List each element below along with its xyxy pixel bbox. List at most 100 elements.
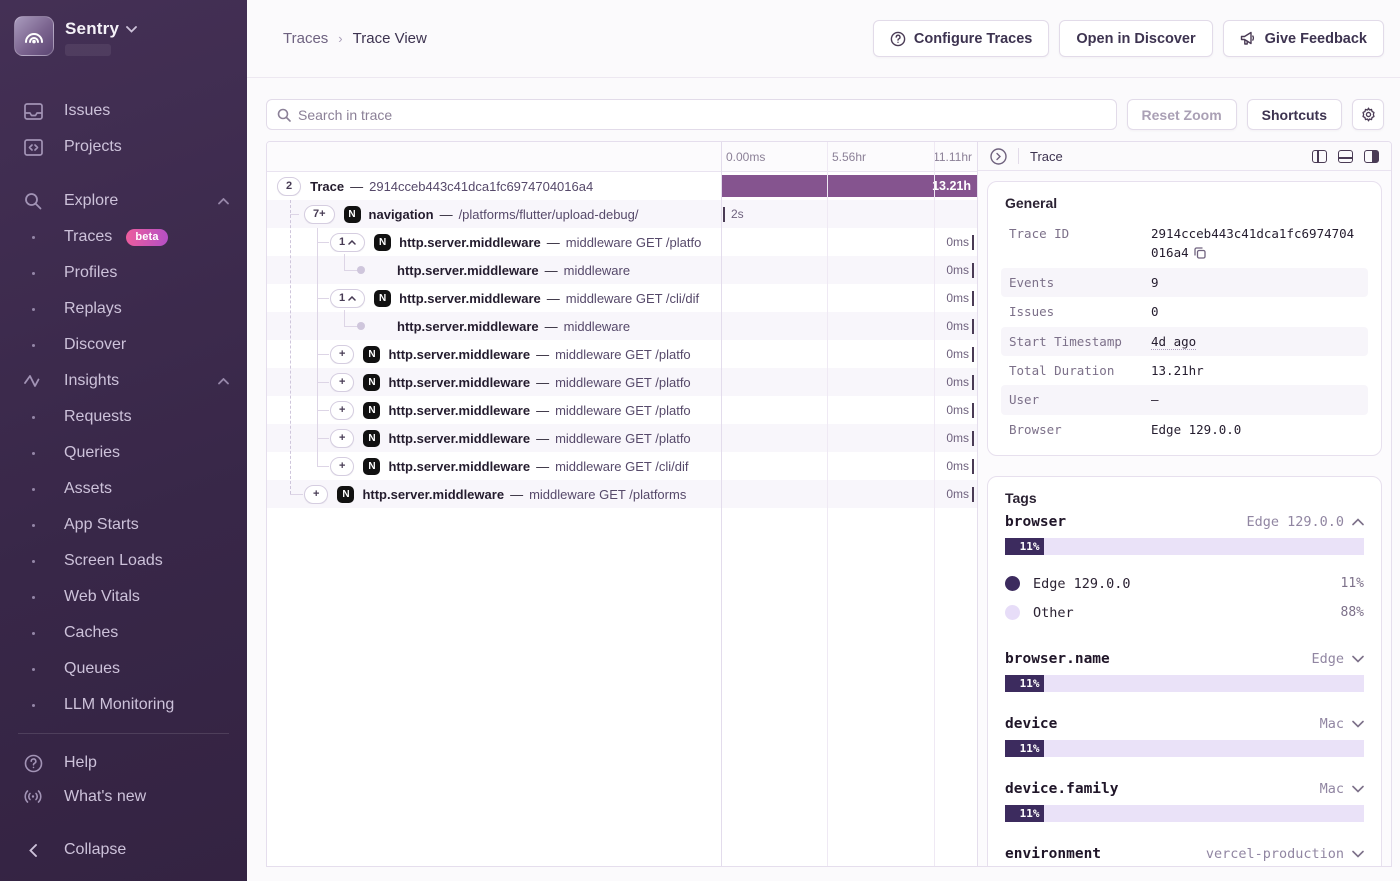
sidebar-item-llm-monitoring[interactable]: LLM Monitoring <box>0 687 247 723</box>
sidebar-item-traces[interactable]: Traces beta <box>0 219 247 255</box>
trace-waterfall: 0.00ms 5.56hr 11.11hr 2 Trace — 2914cceb… <box>267 142 977 866</box>
span-row-middleware[interactable]: + N http.server.middleware — middleware … <box>267 480 977 508</box>
trace-settings-button[interactable] <box>1352 99 1384 130</box>
tag-header[interactable]: device.family Mac <box>1005 781 1364 797</box>
sidebar-item-help[interactable]: Help <box>0 746 247 780</box>
span-description: middleware GET /platfo <box>555 431 691 446</box>
span-row-middleware-leaf[interactable]: http.server.middleware — middleware 0ms <box>267 312 977 340</box>
chevron-down-icon <box>1352 655 1364 663</box>
chevron-down-icon <box>1352 720 1364 728</box>
span-count-pill[interactable]: 7+ <box>304 205 335 224</box>
reset-zoom-button[interactable]: Reset Zoom <box>1127 99 1237 130</box>
duration-label: 0ms <box>946 375 969 389</box>
span-tick <box>972 347 974 362</box>
sidebar-item-issues[interactable]: Issues <box>0 93 247 129</box>
shortcuts-button[interactable]: Shortcuts <box>1247 99 1342 130</box>
sidebar-item-profiles[interactable]: Profiles <box>0 255 247 291</box>
copy-icon[interactable] <box>1194 247 1206 259</box>
sidebar-item-screen-loads[interactable]: Screen Loads <box>0 543 247 579</box>
drawer-tab-trace[interactable]: Trace <box>1030 149 1063 164</box>
bullet-icon <box>22 668 44 671</box>
layout-left-icon[interactable] <box>1312 150 1327 163</box>
duration-label: 0ms <box>946 291 969 305</box>
tag-key: browser <box>1005 514 1066 530</box>
row-value: 2914cceb443c41dca1fc6974704016a4 <box>1151 224 1360 263</box>
sidebar-item-projects[interactable]: Projects <box>0 129 247 165</box>
general-card: General Trace ID 2914cceb443c41dca1fc697… <box>987 181 1382 456</box>
sidebar-item-assets[interactable]: Assets <box>0 471 247 507</box>
brand-name: Sentry <box>65 19 119 39</box>
org-switcher[interactable]: Sentry <box>0 16 247 79</box>
tag-header[interactable]: browser.name Edge <box>1005 651 1364 667</box>
sidebar-item-replays[interactable]: Replays <box>0 291 247 327</box>
sidebar-group-explore[interactable]: Explore <box>0 183 247 219</box>
layout-bottom-icon[interactable] <box>1338 150 1353 163</box>
span-op: navigation <box>369 207 434 222</box>
span-row-middleware-leaf[interactable]: http.server.middleware — middleware 0ms <box>267 256 977 284</box>
span-row-middleware[interactable]: + N http.server.middleware — middleware … <box>267 424 977 452</box>
tag-percent: 11% <box>1020 742 1040 755</box>
layout-right-icon[interactable] <box>1364 150 1379 163</box>
button-label: Reset Zoom <box>1142 107 1222 123</box>
span-row-middleware[interactable]: 1 N http.server.middleware — middleware … <box>267 284 977 312</box>
collapse-drawer-button[interactable] <box>990 148 1007 165</box>
sidebar-item-label: Screen Loads <box>64 552 163 570</box>
give-feedback-button[interactable]: Give Feedback <box>1223 20 1384 57</box>
span-expand-pill[interactable]: + <box>330 373 354 392</box>
breakdown-percent: 88% <box>1341 605 1364 620</box>
span-expand-pill[interactable]: + <box>330 429 354 448</box>
span-row-middleware[interactable]: + N http.server.middleware — middleware … <box>267 452 977 480</box>
sidebar: Sentry Issues Projects Explore <box>0 0 247 881</box>
span-tick <box>723 207 725 222</box>
span-expand-pill[interactable]: 1 <box>330 289 365 308</box>
span-tick <box>972 291 974 306</box>
duration-label: 0ms <box>946 347 969 361</box>
span-row-navigation[interactable]: 7+ N navigation — /platforms/flutter/upl… <box>267 200 977 228</box>
span-row-middleware[interactable]: + N http.server.middleware — middleware … <box>267 368 977 396</box>
sidebar-item-web-vitals[interactable]: Web Vitals <box>0 579 247 615</box>
breadcrumb-traces[interactable]: Traces <box>283 30 328 47</box>
sidebar-item-requests[interactable]: Requests <box>0 399 247 435</box>
span-op: http.server.middleware <box>388 403 530 418</box>
span-separator: — <box>536 347 549 362</box>
general-row-user: User — <box>1001 385 1368 414</box>
sidebar-item-label: Web Vitals <box>64 588 140 606</box>
tag-percent: 11% <box>1020 677 1040 690</box>
span-count-pill[interactable]: 2 <box>277 177 301 196</box>
span-row-middleware[interactable]: 1 N http.server.middleware — middleware … <box>267 228 977 256</box>
span-expand-pill[interactable]: + <box>330 401 354 420</box>
span-row-trace-root[interactable]: 2 Trace — 2914cceb443c41dca1fc6974704016… <box>267 172 977 200</box>
sidebar-item-queues[interactable]: Queues <box>0 651 247 687</box>
span-expand-pill[interactable]: + <box>330 345 354 364</box>
span-expand-pill[interactable]: + <box>304 485 328 504</box>
span-separator: — <box>440 207 453 222</box>
span-row-middleware[interactable]: + N http.server.middleware — middleware … <box>267 340 977 368</box>
breadcrumb: Traces › Trace View <box>283 30 427 47</box>
span-description: middleware <box>564 319 630 334</box>
trace-search[interactable] <box>266 99 1117 130</box>
sidebar-item-queries[interactable]: Queries <box>0 435 247 471</box>
tag-header[interactable]: browser Edge 129.0.0 <box>1005 514 1364 530</box>
trace-duration-bar[interactable]: 13.21h <box>722 175 977 197</box>
span-expand-pill[interactable]: 1 <box>330 233 365 252</box>
open-in-discover-button[interactable]: Open in Discover <box>1059 20 1212 57</box>
span-expand-pill[interactable]: + <box>330 457 354 476</box>
span-description: /platforms/flutter/upload-debug/ <box>459 207 639 222</box>
sidebar-collapse-button[interactable]: Collapse <box>0 833 247 867</box>
configure-traces-button[interactable]: Configure Traces <box>873 20 1049 57</box>
sidebar-item-label: Queues <box>64 660 120 678</box>
search-icon <box>22 192 44 210</box>
question-circle-icon <box>890 31 906 47</box>
search-input[interactable] <box>298 107 1106 123</box>
tag-header[interactable]: environment vercel-production <box>1005 846 1364 862</box>
sidebar-item-app-starts[interactable]: App Starts <box>0 507 247 543</box>
span-row-middleware[interactable]: + N http.server.middleware — middleware … <box>267 396 977 424</box>
tag-header[interactable]: device Mac <box>1005 716 1364 732</box>
sidebar-item-whats-new[interactable]: What's new <box>0 780 247 814</box>
sidebar-item-label: Replays <box>64 300 122 318</box>
sidebar-group-insights[interactable]: Insights <box>0 363 247 399</box>
sidebar-item-discover[interactable]: Discover <box>0 327 247 363</box>
sidebar-item-caches[interactable]: Caches <box>0 615 247 651</box>
bullet-icon <box>22 560 44 563</box>
tag-key: browser.name <box>1005 651 1110 667</box>
